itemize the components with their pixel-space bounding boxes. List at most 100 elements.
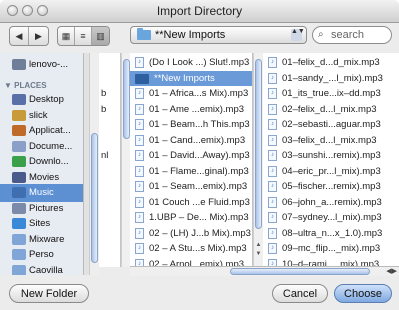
audio-file-icon: ♪ xyxy=(268,134,277,146)
back-button[interactable]: ◀ xyxy=(10,27,29,45)
file-row[interactable] xyxy=(99,210,120,226)
file-name: 01–sandy_...l_mix).mp3 xyxy=(282,72,383,84)
file-row[interactable]: ♪ 03–felix_d...l_mix.mp3 xyxy=(263,133,399,149)
file-name: (Do I Look ...) Slut!.mp3 xyxy=(149,57,250,68)
file-row[interactable]: ♪ 08–ultra_n...x_1.0).mp3 xyxy=(263,226,399,242)
folder-icon xyxy=(135,73,149,84)
file-name: 01 – Seam...emix).mp3 xyxy=(149,181,248,192)
file-row[interactable] xyxy=(99,226,120,242)
file-name: 01 – Flame...ginal).mp3 xyxy=(149,165,249,177)
cancel-button[interactable]: Cancel xyxy=(272,284,328,303)
forward-button[interactable]: ▶ xyxy=(29,27,48,45)
new-folder-button[interactable]: New Folder xyxy=(9,284,89,303)
movies-icon xyxy=(12,171,26,183)
location-popup[interactable]: **New Imports ▲▼ xyxy=(130,26,307,44)
scroll-down-arrow[interactable]: ▼ xyxy=(254,250,263,258)
downloads-icon xyxy=(12,156,26,167)
file-row[interactable] xyxy=(99,179,120,195)
sidebar-item[interactable]: Caovilla xyxy=(0,262,83,275)
column-view-button[interactable]: ▥ xyxy=(92,27,109,45)
title-bar: Import Directory xyxy=(0,0,399,23)
file-row[interactable] xyxy=(99,71,120,87)
file-row[interactable]: ♪ 07–sydney...l_mix).mp3 xyxy=(263,210,399,226)
file-name: 08–ultra_n...x_1.0).mp3 xyxy=(282,227,383,239)
folder-row[interactable]: **New Imports xyxy=(130,70,252,86)
popup-arrows-icon: ▲▼ xyxy=(291,28,305,41)
column-scrollbar[interactable]: ▲ ▼ xyxy=(253,53,263,267)
file-row[interactable]: b xyxy=(99,102,120,118)
audio-file-icon: ♪ xyxy=(268,181,277,192)
parent-column-scroll-thumb[interactable] xyxy=(123,59,130,139)
file-row[interactable]: ♪ 01 Couch ...e Fluid.mp3 xyxy=(130,195,252,211)
sidebar-scrollbar[interactable] xyxy=(89,53,99,275)
horizontal-scroll-arrows[interactable]: ◀▶ xyxy=(386,267,397,275)
folder-icon xyxy=(12,249,26,260)
file-row[interactable] xyxy=(99,257,120,268)
file-row[interactable] xyxy=(99,117,120,133)
audio-file-icon: ♪ xyxy=(135,134,144,146)
audio-file-icon: ♪ xyxy=(135,196,144,208)
toolbar: ◀ ▶ ▦ ≡ ▥ **New Imports ▲▼ ⌕ search xyxy=(0,23,399,53)
sidebar-item-label: Mixware xyxy=(29,233,65,245)
choose-button[interactable]: Choose xyxy=(334,284,392,303)
new-imports-column[interactable]: ♪ 01–felix_d...d_mix.mp3 ♪ 01–sandy_...l_mi… xyxy=(263,53,399,267)
file-name: 01–felix_d...d_mix.mp3 xyxy=(282,57,380,68)
sidebar-item-label: Perso xyxy=(29,249,54,260)
file-row[interactable]: ♪ 01 – Seam...emix).mp3 xyxy=(130,179,252,195)
audio-file-icon: ♪ xyxy=(268,103,277,115)
file-row[interactable]: ♪ 01–felix_d...d_mix.mp3 xyxy=(263,55,399,71)
file-row[interactable]: ♪ 09–mc_flip..._mix).mp3 xyxy=(263,241,399,257)
parent-column[interactable]: b b nl xyxy=(99,53,121,267)
file-row[interactable] xyxy=(99,55,120,71)
horizontal-scrollbar[interactable]: ◀▶ xyxy=(130,266,399,276)
file-row[interactable]: ♪ 01 – Africa...s Mix).mp3 xyxy=(130,86,252,102)
file-row[interactable]: ♪ 01_its_true...ix–dd.mp3 xyxy=(263,86,399,102)
sidebar-item[interactable]: lenovo-... xyxy=(0,56,83,74)
file-row[interactable]: ♪ 1.UBP – De... Mix).mp3 xyxy=(130,210,252,226)
icon-view-button[interactable]: ▦ xyxy=(58,27,75,45)
sidebar-scroll-thumb[interactable] xyxy=(91,133,98,263)
drive-icon xyxy=(12,59,26,70)
documents-icon xyxy=(12,140,26,152)
horizontal-scroll-thumb[interactable] xyxy=(230,268,370,275)
sidebar-item-label: Music xyxy=(29,187,54,198)
file-row[interactable]: nl xyxy=(99,148,120,164)
file-row[interactable]: ♪ 01 – David...Away).mp3 xyxy=(130,148,252,164)
file-row[interactable] xyxy=(99,164,120,180)
file-row[interactable]: ♪ (Do I Look ...) Slut!.mp3 xyxy=(130,55,252,71)
search-field[interactable]: ⌕ search xyxy=(312,26,392,44)
file-name: 05–fischer...remix).mp3 xyxy=(282,181,381,192)
file-row[interactable]: ♪ 01 – Ame ...emix).mp3 xyxy=(130,102,252,118)
sidebar-item-label: Desktop xyxy=(29,94,64,105)
file-name: 06–john_a...remix).mp3 xyxy=(282,196,382,208)
places-header[interactable]: ▼ PLACES xyxy=(4,81,47,90)
file-name: 03–felix_d...l_mix.mp3 xyxy=(282,134,377,146)
file-row[interactable]: ♪ 04–eric_pr...l_mix).mp3 xyxy=(263,164,399,180)
scroll-up-arrow[interactable]: ▲ xyxy=(254,241,263,249)
file-row[interactable]: ♪ 03–sunshi...remix).mp3 xyxy=(263,148,399,164)
column-scroll-thumb[interactable] xyxy=(255,59,262,229)
file-row[interactable] xyxy=(99,195,120,211)
file-row[interactable]: ♪ 02–felix_d...l_mix.mp3 xyxy=(263,102,399,118)
audio-file-icon: ♪ xyxy=(135,165,144,177)
file-row[interactable]: ♪ 02–sebasti...aguar.mp3 xyxy=(263,117,399,133)
file-row[interactable]: ♪ 06–john_a...remix).mp3 xyxy=(263,195,399,211)
sidebar-item-label: slick xyxy=(29,109,48,121)
audio-file-icon: ♪ xyxy=(268,57,277,68)
folder-icon xyxy=(12,233,26,245)
file-row[interactable]: ♪ 02 – (LH) J...b Mix).mp3 xyxy=(130,226,252,242)
file-row[interactable]: ♪ 01 – Cand...emix).mp3 xyxy=(130,133,252,149)
file-row[interactable]: ♪ 01 – Flame...ginal).mp3 xyxy=(130,164,252,180)
file-row[interactable] xyxy=(99,133,120,149)
file-row[interactable]: ♪ 02 – A Stu...s Mix).mp3 xyxy=(130,241,252,257)
audio-file-icon: ♪ xyxy=(268,196,277,208)
file-row[interactable]: ♪ 01 – Beam...h This.mp3 xyxy=(130,117,252,133)
file-row[interactable]: ♪ 01–sandy_...l_mix).mp3 xyxy=(263,71,399,87)
file-name: b xyxy=(101,88,107,99)
file-row[interactable]: b xyxy=(99,86,120,102)
list-view-button[interactable]: ≡ xyxy=(75,27,92,45)
file-row[interactable]: ♪ 05–fischer...remix).mp3 xyxy=(263,179,399,195)
file-row[interactable] xyxy=(99,241,120,257)
file-name: 1.UBP – De... Mix).mp3 xyxy=(149,212,249,223)
new-imports-parent-column[interactable]: ♪ (Do I Look ...) Slut!.mp3 **New Imports ♪… xyxy=(130,53,253,267)
